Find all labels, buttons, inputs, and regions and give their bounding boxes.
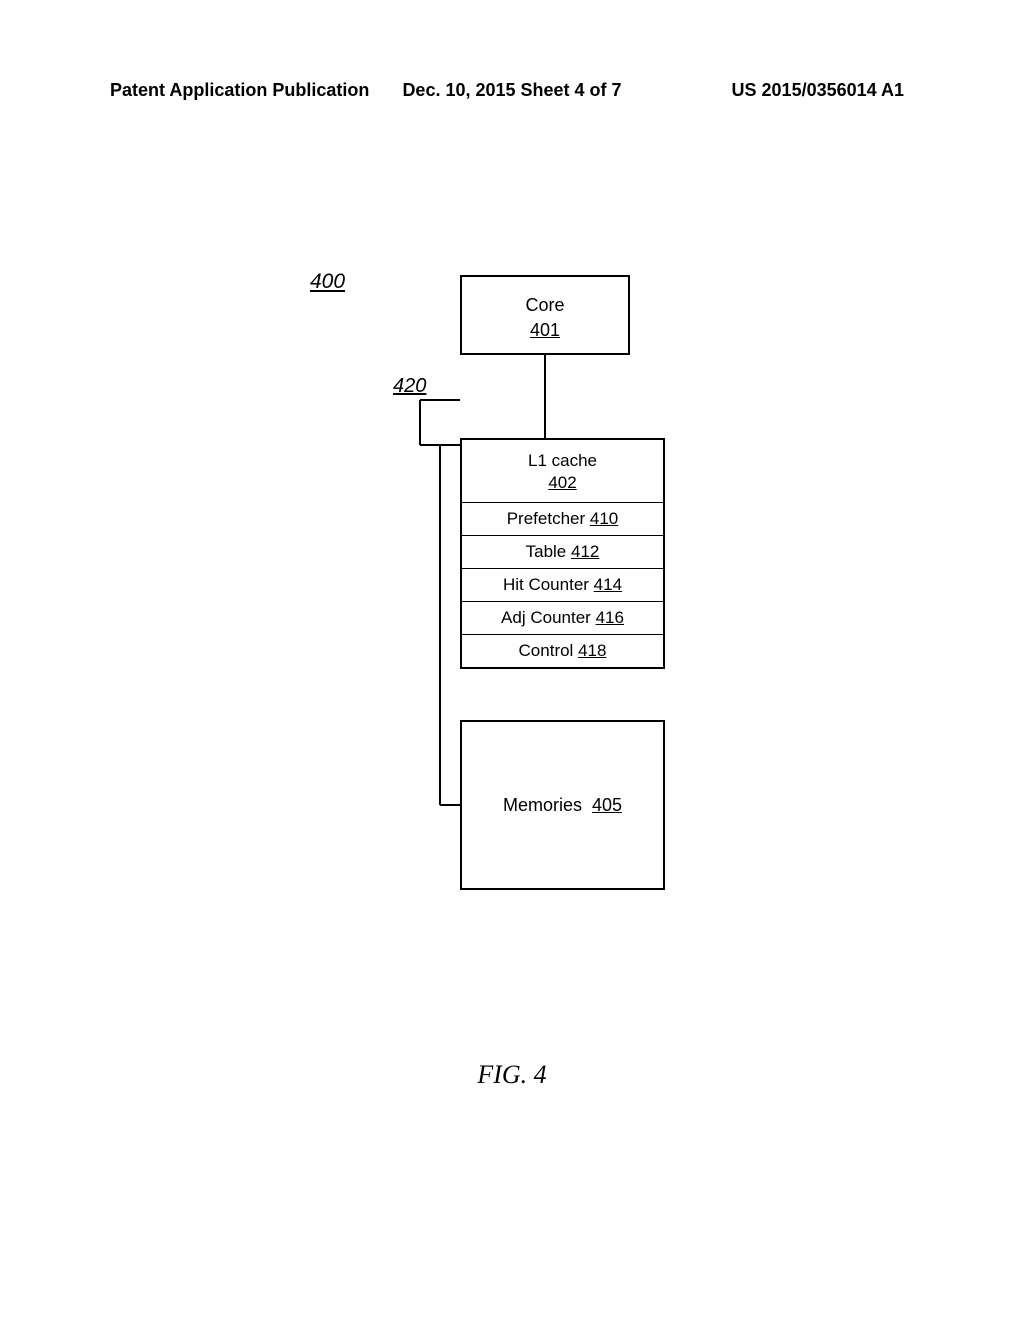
core-block: Core 401 (460, 275, 630, 355)
l1-title: L1 cache (462, 450, 663, 472)
adj-counter-row: Adj Counter 416 (462, 602, 663, 635)
prefetcher-row: Prefetcher 410 (462, 503, 663, 536)
adj-label: Adj Counter (501, 608, 591, 627)
page-header: Patent Application Publication Dec. 10, … (0, 80, 1024, 101)
prefetcher-label: Prefetcher (507, 509, 585, 528)
header-right: US 2015/0356014 A1 (732, 80, 904, 101)
control-row: Control 418 (462, 635, 663, 667)
memories-block: Memories 405 (460, 720, 665, 890)
hit-counter-row: Hit Counter 414 (462, 569, 663, 602)
memories-label: Memories (503, 795, 582, 816)
prefetcher-ref: 410 (590, 509, 618, 528)
cache-prefetcher-stack: L1 cache 402 Prefetcher 410 Table 412 Hi… (460, 438, 665, 669)
l1-ref: 402 (548, 473, 576, 492)
table-row: Table 412 (462, 536, 663, 569)
table-label: Table (526, 542, 567, 561)
figure-ref-420: 420 (393, 375, 426, 398)
l1-cache-row: L1 cache 402 (462, 440, 663, 503)
figure-ref-400: 400 (310, 270, 345, 294)
hit-label: Hit Counter (503, 575, 589, 594)
control-ref: 418 (578, 641, 606, 660)
table-ref: 412 (571, 542, 599, 561)
hit-ref: 414 (594, 575, 622, 594)
header-center: Dec. 10, 2015 Sheet 4 of 7 (402, 80, 621, 101)
figure-caption: FIG. 4 (477, 1060, 546, 1090)
core-title: Core (462, 293, 628, 318)
adj-ref: 416 (596, 608, 624, 627)
control-label: Control (519, 641, 574, 660)
header-left: Patent Application Publication (110, 80, 369, 101)
memories-ref: 405 (592, 795, 622, 816)
core-ref: 401 (462, 318, 628, 343)
